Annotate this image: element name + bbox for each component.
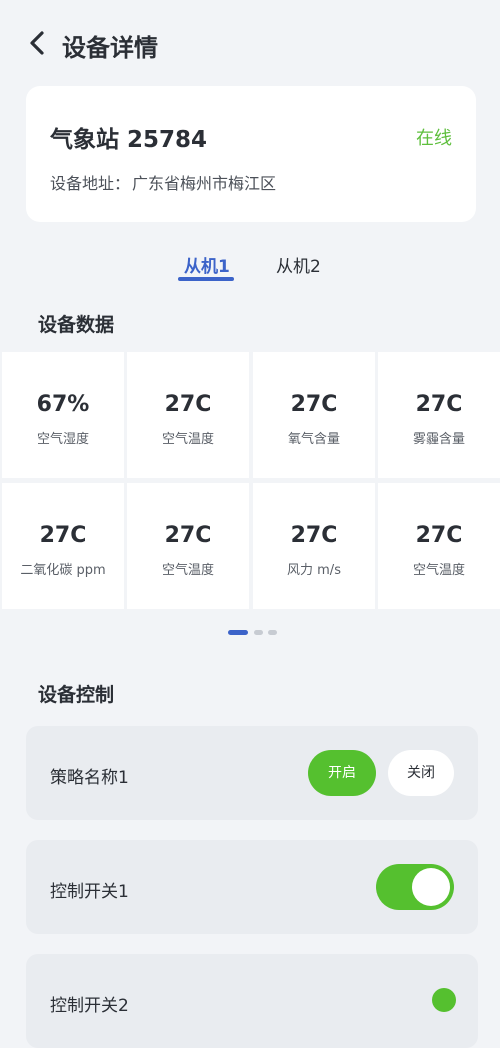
control-switch-label: 控制开关1 [50,882,129,902]
data-label: 空气湿度 [36,432,89,447]
device-info-card: 气象站 25784 在线 设备地址： 广东省梅州市梅江区 [26,86,476,222]
control-section-title: 设备控制 [38,684,115,706]
page-dot[interactable] [254,630,263,635]
toggle-knob [412,868,450,906]
data-label: 空气温度 [161,432,214,447]
data-value: 27C [164,392,212,417]
data-cell: 27C 雾霾含量 [378,352,500,478]
strategy-control-row: 策略名称1 开启 关闭 [26,726,478,820]
active-tab-indicator [178,277,234,281]
slave-tabs: 从机1 从机2 [0,250,500,286]
device-address-label: 设备地址： [50,174,131,193]
data-label: 空气温度 [161,563,214,578]
tab-slave-1[interactable]: 从机1 [184,252,230,277]
data-value: 27C [164,523,212,548]
device-address: 设备地址： 广东省梅州市梅江区 [50,170,276,194]
page-title: 设备详情 [62,34,158,62]
page-dot-active[interactable] [228,630,248,635]
device-address-value: 广东省梅州市梅江区 [132,174,277,193]
data-cell: 27C 二氧化碳 ppm [2,483,124,609]
control-switch-1-toggle[interactable] [376,864,454,910]
data-cell: 27C 空气温度 [127,352,249,478]
disable-button[interactable]: 关闭 [388,750,454,796]
device-status-badge: 在线 [416,128,452,149]
data-value: 67% [36,392,90,417]
data-section-title: 设备数据 [38,314,115,336]
data-cell: 27C 风力 m/s [253,483,375,609]
tab-slave-2[interactable]: 从机2 [276,252,321,277]
data-label: 雾霾含量 [412,432,465,447]
data-label: 空气温度 [412,563,465,578]
device-data-grid: 67% 空气湿度 27C 空气温度 27C 氧气含量 27C 雾霾含量 27C … [0,352,500,612]
data-cell: 27C 氧气含量 [253,352,375,478]
data-value: 27C [290,523,338,548]
control-switch-2-toggle[interactable] [432,988,456,1012]
data-value: 27C [415,523,463,548]
page-dot[interactable] [268,630,277,635]
data-value: 27C [290,392,338,417]
device-name: 气象站 25784 [50,127,208,153]
data-value: 27C [39,523,87,548]
data-label: 二氧化碳 ppm [20,563,106,578]
back-arrow-icon[interactable] [24,26,50,60]
data-label: 风力 m/s [287,563,341,578]
strategy-name: 策略名称1 [50,768,129,788]
data-value: 27C [415,392,463,417]
data-label: 氧气含量 [287,432,340,447]
control-switch-label: 控制开关2 [50,996,129,1016]
control-switch-row: 控制开关2 [26,954,478,1048]
control-switch-row: 控制开关1 [26,840,478,934]
data-cell: 27C 空气温度 [127,483,249,609]
data-cell: 67% 空气湿度 [2,352,124,478]
data-cell: 27C 空气温度 [378,483,500,609]
enable-button[interactable]: 开启 [308,750,376,796]
header: 设备详情 [0,0,500,86]
